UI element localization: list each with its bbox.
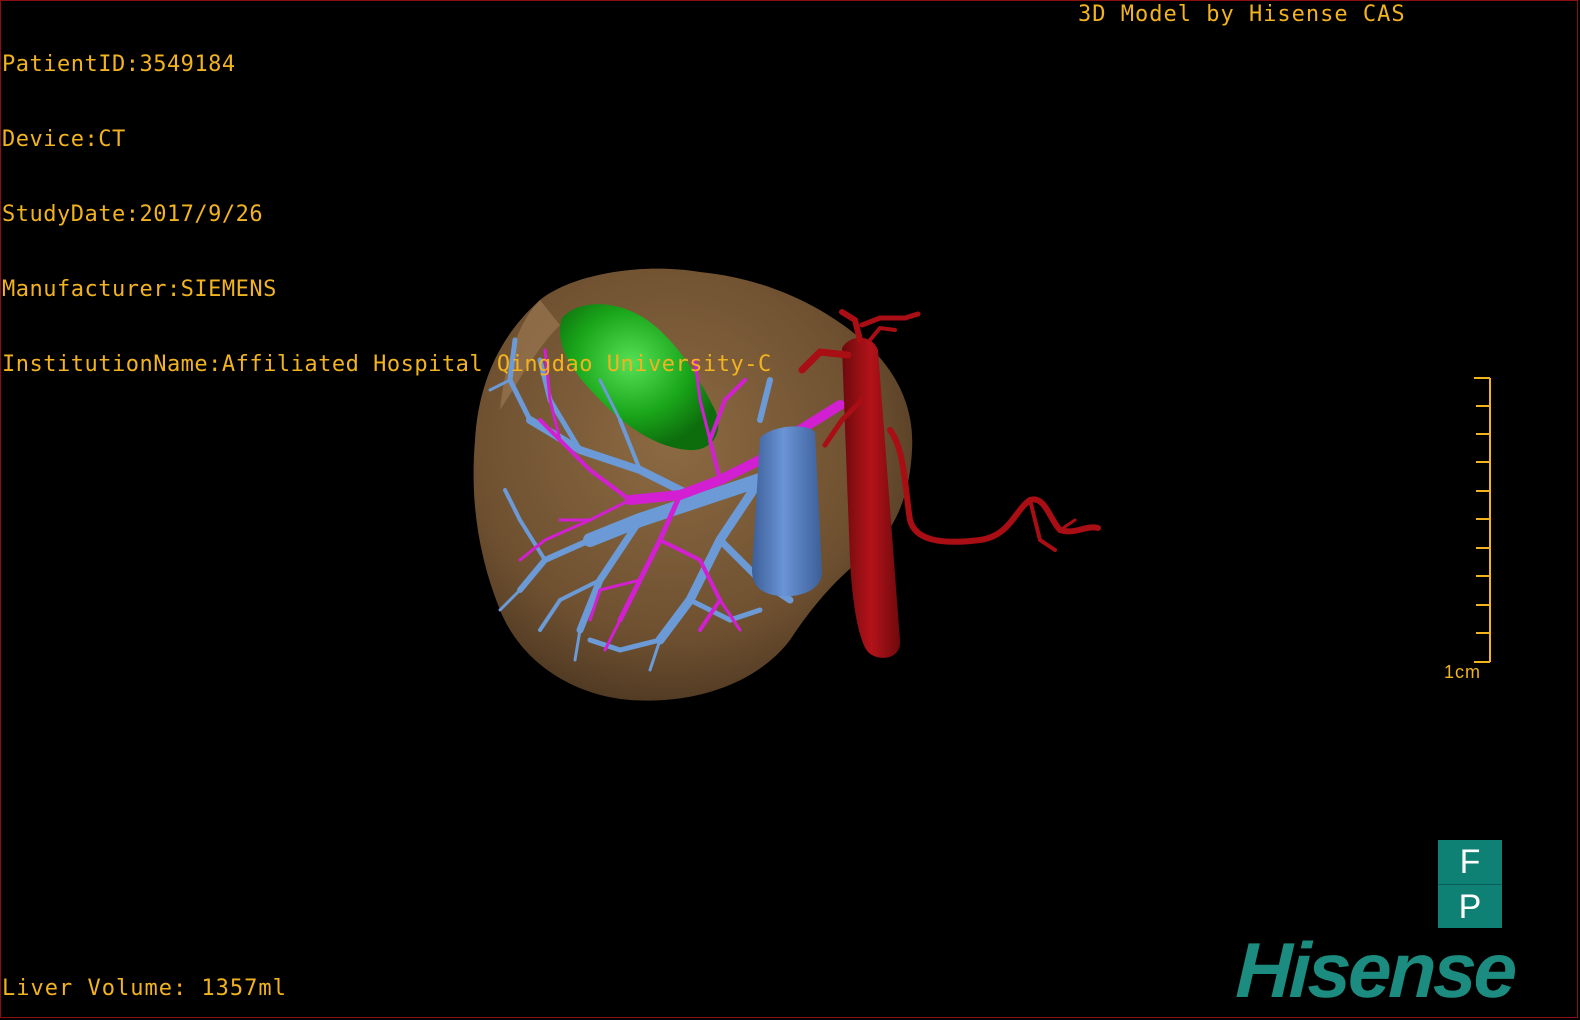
study-info-overlay: PatientID:3549184 Device:CT StudyDate:20… xyxy=(2,2,772,402)
orientation-cube[interactable]: F P xyxy=(1438,840,1502,928)
liver-volume: Liver Volume: 1357ml xyxy=(2,976,287,1001)
scale-bar-label: 1cm xyxy=(1444,662,1482,682)
patient-id: PatientID:3549184 xyxy=(2,52,236,77)
study-date: StudyDate:2017/9/26 xyxy=(2,202,264,227)
institution-name: InstitutionName:Affiliated Hospital Qing… xyxy=(2,352,772,377)
orientation-posterior-face[interactable]: P xyxy=(1438,884,1502,928)
orientation-front-face[interactable]: F xyxy=(1438,840,1502,884)
scale-bar xyxy=(1474,377,1491,663)
vena-cava-model xyxy=(752,426,822,597)
model-credit: 3D Model by Hisense CAS xyxy=(1078,2,1406,27)
manufacturer: Manufacturer:SIEMENS xyxy=(2,277,277,302)
device: Device:CT xyxy=(2,127,126,152)
hisense-logo: Hisense xyxy=(1234,926,1516,1014)
